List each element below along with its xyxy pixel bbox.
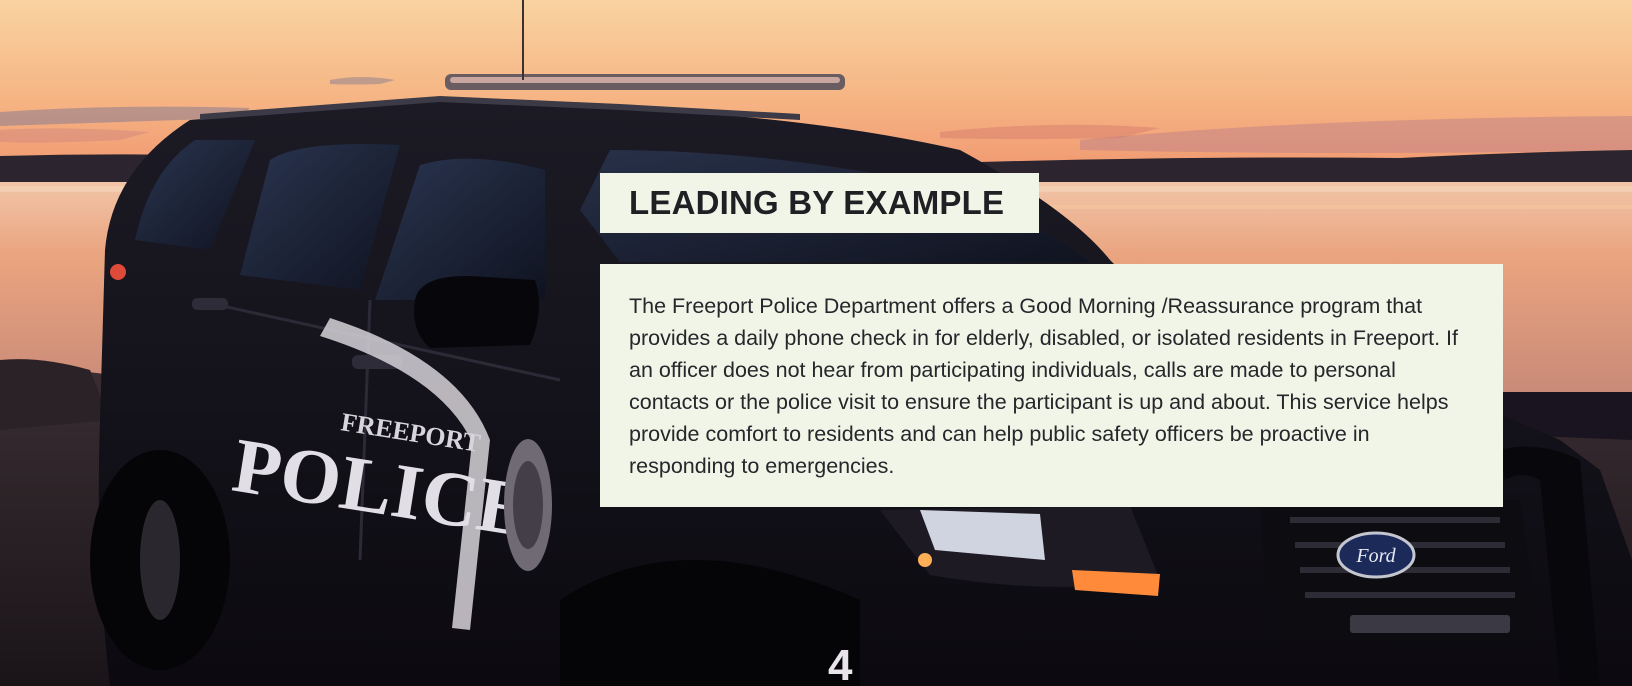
car-number: 4 xyxy=(828,641,853,686)
heading-panel: LEADING BY EXAMPLE xyxy=(600,173,1039,233)
description-panel: The Freeport Police Department offers a … xyxy=(600,264,1503,507)
ford-badge: Ford xyxy=(1355,545,1396,567)
section-heading: LEADING BY EXAMPLE xyxy=(629,184,1005,221)
program-description: The Freeport Police Department offers a … xyxy=(629,294,1458,478)
hero-section: FREEPORT POLICE 4 Ford LEADING BY EXAMPL… xyxy=(0,0,1632,686)
